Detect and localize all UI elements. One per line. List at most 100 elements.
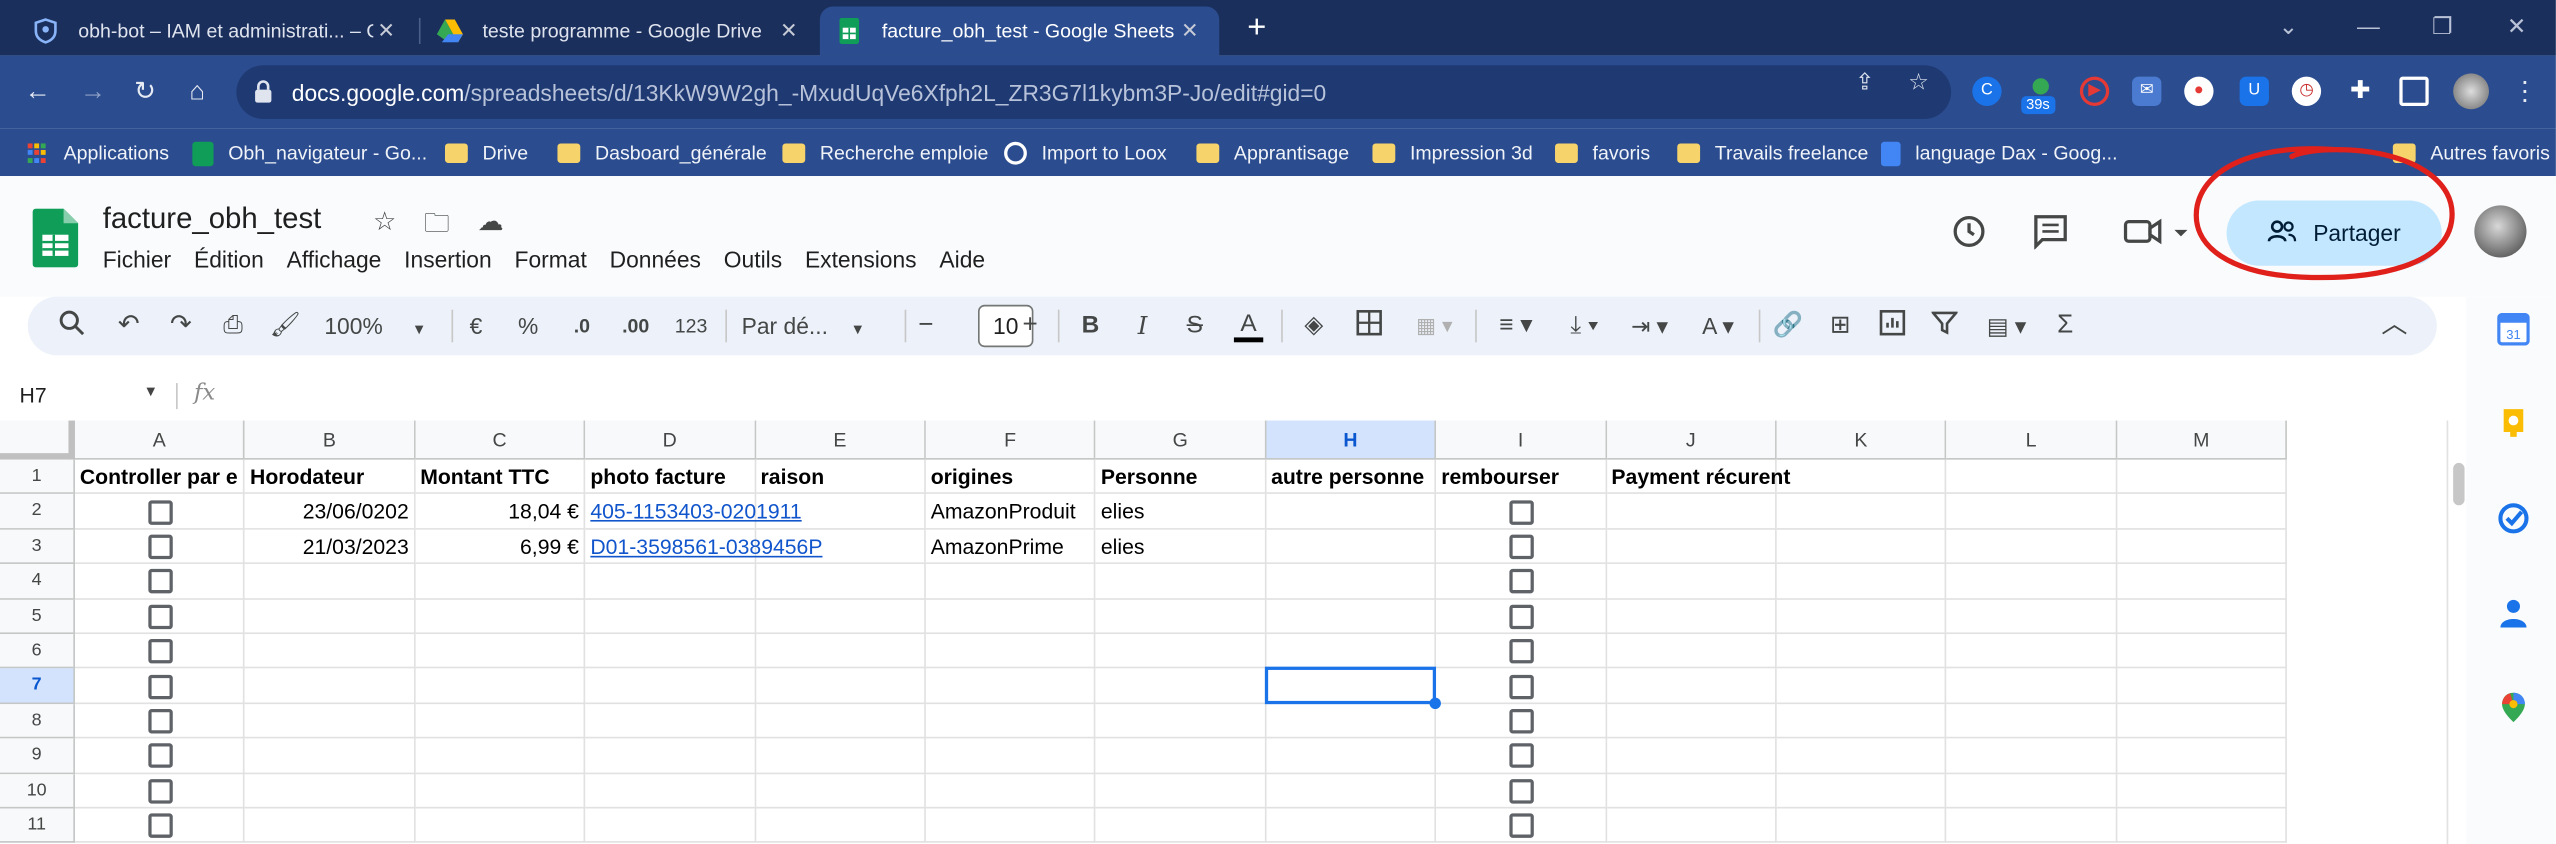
cell-b7[interactable] <box>245 668 416 704</box>
cell-m7[interactable] <box>2117 668 2288 704</box>
cell-e11[interactable] <box>755 808 926 844</box>
share-page-icon[interactable]: ⇪ <box>1850 68 1879 97</box>
cell-h4[interactable] <box>1266 564 1437 600</box>
cell-g10[interactable] <box>1095 773 1267 809</box>
cell-g9[interactable] <box>1095 738 1267 774</box>
tasks-icon[interactable] <box>2497 502 2530 535</box>
cell-g8[interactable] <box>1095 703 1267 739</box>
cell-d8[interactable] <box>585 703 756 739</box>
minimize-icon[interactable]: — <box>2357 13 2380 39</box>
tab-sheets[interactable]: facture_obh_test - Google Sheets ✕ <box>819 6 1220 56</box>
menu-fichier[interactable]: Fichier <box>103 246 171 272</box>
horodateur-cell[interactable]: 21/03/2023 <box>245 529 416 565</box>
cell-e4[interactable] <box>755 564 926 600</box>
more-menu-icon[interactable]: ⋮ <box>2507 75 2543 111</box>
cell-j4[interactable] <box>1606 564 1777 600</box>
rembourser-checkbox[interactable] <box>1509 534 1534 560</box>
insert-comment-icon[interactable]: ⊞ <box>1824 310 1857 343</box>
row-header-7[interactable]: 7 <box>0 668 75 704</box>
tab-iam[interactable]: obh-bot – IAM et administrati... – O ✕ <box>16 7 415 56</box>
bookmark-recherche-emploie[interactable]: Recherche emploie <box>782 139 988 168</box>
cell-l10[interactable] <box>1946 773 2118 809</box>
home-icon[interactable]: ⌂ <box>179 75 215 111</box>
percent-button[interactable]: % <box>515 310 541 343</box>
column-header-f[interactable]: F <box>925 420 1096 460</box>
cell-f7[interactable] <box>925 668 1096 704</box>
cell-h2[interactable] <box>1266 494 1437 530</box>
cell-l6[interactable] <box>1946 634 2118 669</box>
column-header-j[interactable]: J <box>1606 420 1777 460</box>
menu-affichage[interactable]: Affichage <box>287 246 382 272</box>
row-header-5[interactable]: 5 <box>0 599 75 635</box>
forward-arrow-icon[interactable]: → <box>75 75 111 111</box>
cell-c7[interactable] <box>415 668 586 704</box>
cell-k5[interactable] <box>1776 599 1947 635</box>
column-header-m[interactable]: M <box>2117 420 2288 460</box>
close-icon[interactable]: ✕ <box>373 18 399 44</box>
back-arrow-icon[interactable]: ← <box>20 75 56 111</box>
cell-d9[interactable] <box>585 738 756 774</box>
cell-l5[interactable] <box>1946 599 2118 635</box>
controller-checkbox[interactable] <box>147 778 173 804</box>
row-header-3[interactable]: 3 <box>0 529 75 565</box>
cell-m8[interactable] <box>2117 703 2288 739</box>
header-cell-a[interactable]: Controller par e <box>75 460 245 495</box>
cloud-status-icon[interactable]: ☁ <box>474 205 507 238</box>
bookmark-import-loox[interactable]: Import to Loox <box>1004 139 1167 168</box>
cell-m3[interactable] <box>2117 529 2288 565</box>
header-cell-i[interactable]: rembourser <box>1436 460 1606 495</box>
clock-icon[interactable]: ◷ <box>2291 76 2322 106</box>
horizontal-align-icon[interactable]: ≡ ▾ <box>1488 310 1543 343</box>
cell-c4[interactable] <box>415 564 586 600</box>
close-window-icon[interactable]: ✕ <box>2507 13 2526 41</box>
cell-c5[interactable] <box>415 599 586 635</box>
close-icon[interactable]: ✕ <box>776 18 802 44</box>
version-history-icon[interactable] <box>1949 214 1988 253</box>
header-cell-c[interactable]: Montant TTC <box>415 460 585 495</box>
rembourser-checkbox[interactable] <box>1509 743 1534 769</box>
rembourser-checkbox[interactable] <box>1509 639 1534 664</box>
montant-cell[interactable]: 6,99 € <box>415 529 586 565</box>
cell-d6[interactable] <box>585 634 756 669</box>
invoice-link[interactable]: D01-3598561-0389456P <box>585 529 925 564</box>
profile-avatar[interactable] <box>2453 73 2490 110</box>
cell-j5[interactable] <box>1606 599 1777 635</box>
account-avatar[interactable] <box>2474 205 2527 258</box>
cell-l3[interactable] <box>1946 529 2118 565</box>
calendar-icon[interactable]: 31 <box>2497 312 2530 346</box>
keep-icon[interactable] <box>2497 408 2530 441</box>
cell-g7[interactable] <box>1095 668 1267 704</box>
cell-g11[interactable] <box>1095 808 1267 844</box>
row-header-11[interactable]: 11 <box>0 808 75 844</box>
strikethrough-icon[interactable]: S <box>1182 310 1208 343</box>
cell-e6[interactable] <box>755 634 926 669</box>
maps-icon[interactable] <box>2497 691 2530 724</box>
row-header-9[interactable]: 9 <box>0 738 75 774</box>
chevron-up-icon[interactable]: ︿ <box>2378 310 2411 343</box>
vertical-align-icon[interactable]: ⤓ ▾ <box>1557 310 1612 343</box>
cell-h6[interactable] <box>1266 634 1437 669</box>
side-panel-icon[interactable] <box>2399 76 2429 106</box>
rembourser-checkbox[interactable] <box>1509 813 1534 839</box>
column-header-c[interactable]: C <box>415 420 586 460</box>
controller-checkbox[interactable] <box>147 813 173 839</box>
restore-icon[interactable]: ❐ <box>2432 13 2452 41</box>
cell-d10[interactable] <box>585 773 756 809</box>
header-cell-g[interactable]: Personne <box>1096 460 1266 495</box>
paint-format-icon[interactable]: 🖌 <box>269 310 302 343</box>
puzzle-icon[interactable]: ✚ <box>2346 77 2375 106</box>
cell-l4[interactable] <box>1946 564 2118 600</box>
close-icon[interactable]: ✕ <box>1177 18 1203 44</box>
cell-b4[interactable] <box>245 564 416 600</box>
bookmark-star-icon[interactable]: ☆ <box>1904 68 1933 97</box>
bookmark-drive[interactable]: Drive <box>444 139 528 168</box>
cell-m11[interactable] <box>2117 808 2288 844</box>
cell-j9[interactable] <box>1606 738 1777 774</box>
cell-f4[interactable] <box>925 564 1096 600</box>
merge-cells-icon[interactable]: ▦ ▾ <box>1407 310 1462 343</box>
currency-button[interactable]: € <box>463 310 489 343</box>
column-header-g[interactable]: G <box>1095 420 1267 460</box>
cell-k7[interactable] <box>1776 668 1947 704</box>
filter-icon[interactable] <box>1928 310 1961 343</box>
bookmark-apprantisage[interactable]: Apprantisage <box>1196 139 1349 168</box>
